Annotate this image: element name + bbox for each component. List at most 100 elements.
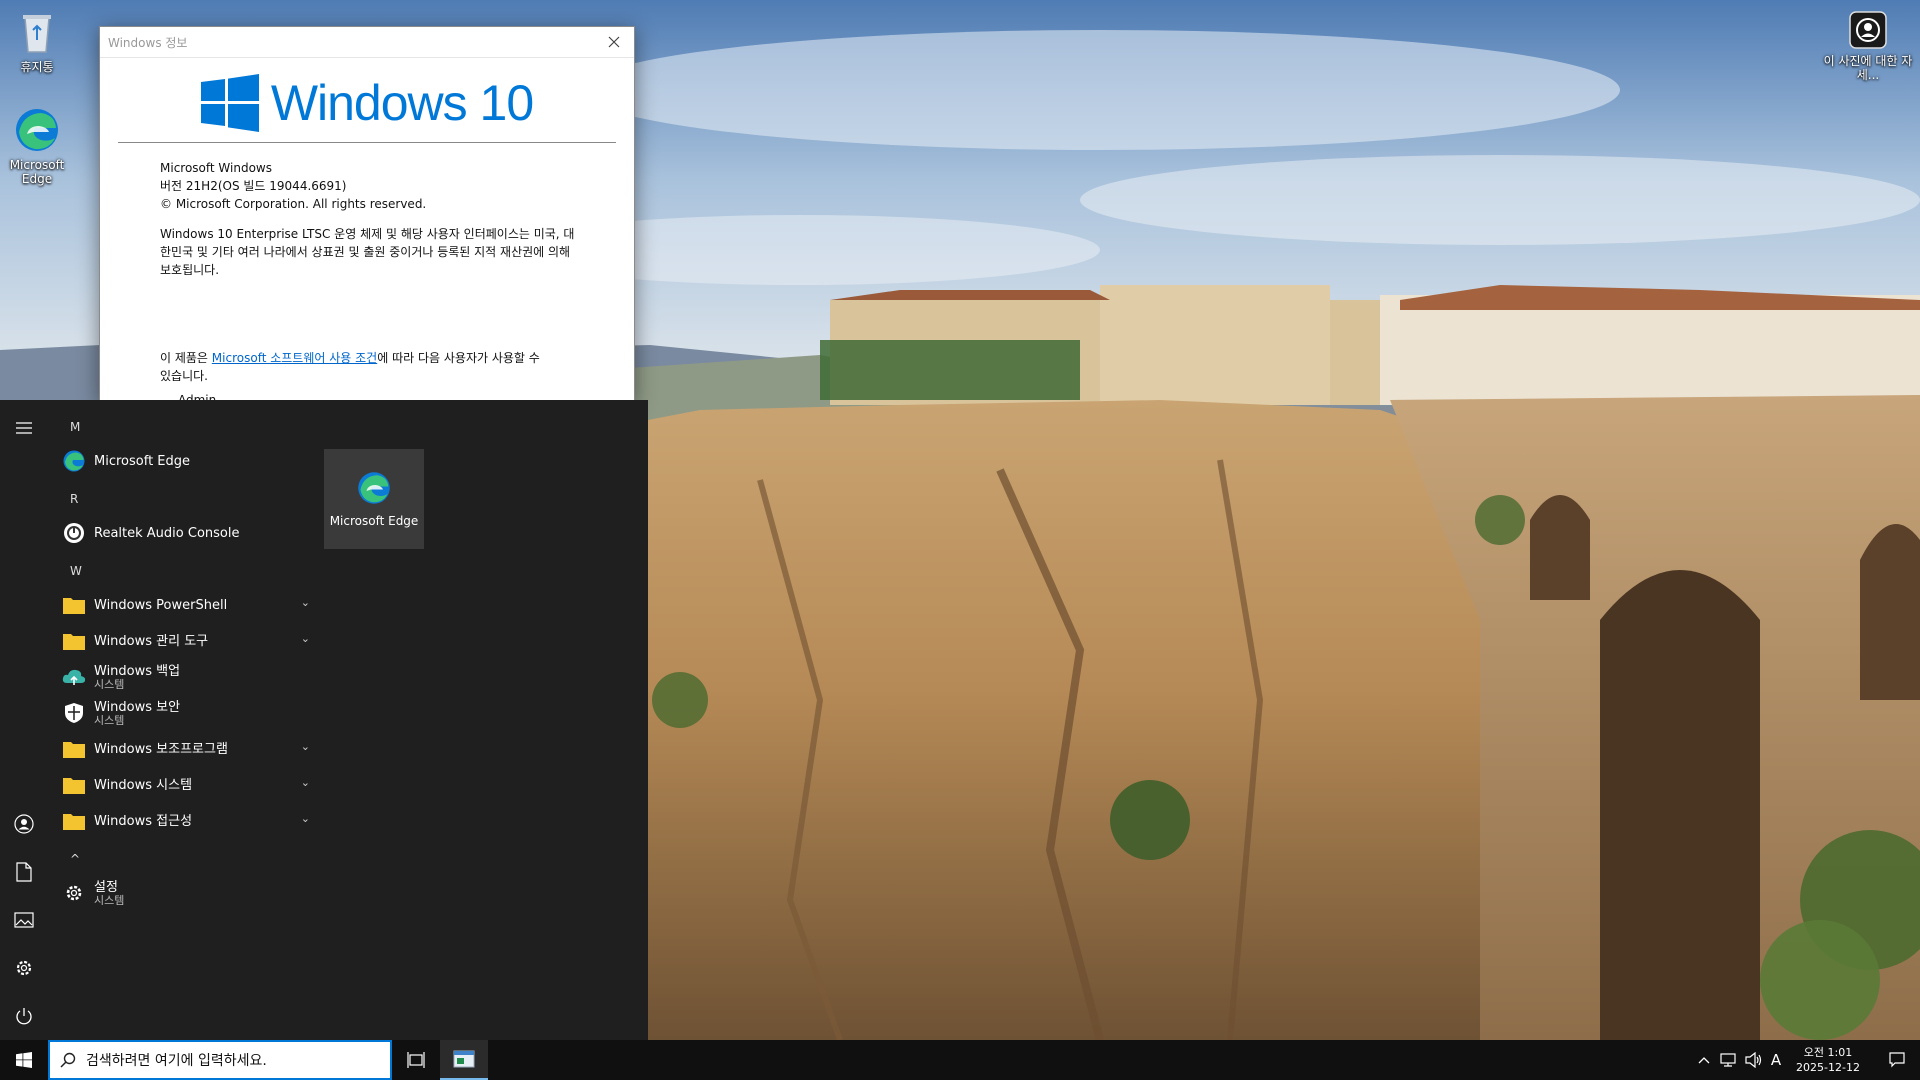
network-button[interactable] — [1716, 1040, 1740, 1080]
chevron-down-icon: ⌄ — [300, 776, 310, 789]
start-button[interactable] — [0, 1040, 48, 1080]
about-windows-dialog: Windows 정보 Windows 10 Microsoft Windows … — [99, 26, 635, 402]
desktop-icon-label: 이 사진에 대한 자세... — [1823, 54, 1913, 82]
user-account-button[interactable] — [0, 800, 48, 848]
gear-icon — [16, 960, 32, 976]
app-label: Windows 관리 도구 — [94, 633, 209, 649]
shield-icon — [62, 701, 86, 725]
pictures-button[interactable] — [0, 896, 48, 944]
app-subtitle: 시스템 — [94, 677, 125, 691]
folder-windows-powershell[interactable]: Windows PowerShell ⌄ — [62, 588, 322, 622]
close-icon — [608, 36, 620, 48]
input-method-indicator[interactable]: A — [1768, 1040, 1784, 1080]
pictures-icon — [14, 912, 34, 928]
clock[interactable]: 오전 1:01 2025-12-12 — [1784, 1040, 1872, 1080]
letter-header-r[interactable]: R — [70, 492, 78, 506]
backup-cloud-icon — [62, 665, 86, 689]
notification-icon — [1889, 1052, 1905, 1068]
search-icon — [50, 1052, 86, 1068]
folder-icon — [62, 629, 86, 653]
app-subtitle: 시스템 — [94, 713, 125, 727]
product-name: Microsoft Windows — [160, 161, 272, 175]
power-button[interactable] — [0, 992, 48, 1040]
close-button[interactable] — [594, 27, 634, 57]
desktop-icon-label: 휴지통 — [20, 60, 54, 74]
hamburger-icon — [16, 422, 32, 434]
task-view-icon — [407, 1052, 425, 1068]
edge-icon — [13, 106, 61, 154]
document-icon — [16, 862, 32, 882]
app-settings[interactable]: 설정 시스템 — [62, 876, 322, 910]
search-placeholder: 검색하려면 여기에 입력하세요. — [86, 1053, 267, 1069]
version-text: 버전 21H2(OS 빌드 19044.6691) — [160, 179, 347, 193]
dialog-title: Windows 정보 — [108, 35, 188, 50]
windows-logo: Windows 10 — [100, 64, 634, 142]
desktop-icon-recycle-bin[interactable]: 휴지통 — [0, 8, 74, 74]
app-microsoft-edge[interactable]: Microsoft Edge — [62, 444, 322, 478]
app-label: 설정 시스템 — [94, 880, 124, 907]
app-list: M Microsoft Edge R Realtek Audio Console… — [48, 400, 310, 1040]
folder-windows-system[interactable]: Windows 시스템 ⌄ — [62, 768, 322, 802]
app-label: Realtek Audio Console — [94, 525, 240, 541]
app-label: Microsoft Edge — [94, 453, 191, 469]
license-terms-link[interactable]: Microsoft 소프트웨어 사용 조건 — [212, 351, 377, 365]
task-view-button[interactable] — [392, 1040, 440, 1080]
license-prefix: 이 제품은 — [160, 351, 212, 365]
start-menu: M Microsoft Edge R Realtek Audio Console… — [0, 400, 648, 1040]
app-label: Windows PowerShell — [94, 597, 228, 613]
letter-header-m[interactable]: M — [70, 420, 80, 434]
power-icon — [16, 1008, 32, 1025]
license-text: 이 제품은 Microsoft 소프트웨어 사용 조건에 따라 다음 사용자가 … — [160, 349, 540, 385]
folder-windows-accessories[interactable]: Windows 보조프로그램 ⌄ — [62, 732, 322, 766]
show-hidden-icons-button[interactable] — [1694, 1040, 1714, 1080]
app-label: Windows 접근성 — [94, 813, 193, 829]
desktop-icon-label: Microsoft Edge — [9, 158, 65, 186]
windows-flag-icon — [200, 74, 259, 132]
search-box[interactable]: 검색하려면 여기에 입력하세요. — [48, 1040, 392, 1080]
desktop-icon-edge[interactable]: Microsoft Edge — [0, 106, 74, 186]
tile-microsoft-edge[interactable]: Microsoft Edge — [324, 449, 424, 549]
settings-button[interactable] — [0, 944, 48, 992]
description-text: Windows 10 Enterprise LTSC 운영 체제 및 해당 사용… — [160, 227, 575, 277]
desktop-icon-photo-info[interactable]: 이 사진에 대한 자세... — [1823, 10, 1913, 82]
chevron-up-icon — [1698, 1053, 1710, 1068]
expand-menu-button[interactable] — [0, 404, 48, 452]
taskbar-app-winver[interactable] — [440, 1040, 488, 1080]
taskbar: 검색하려면 여기에 입력하세요. A 오전 1:01 2025-12-12 — [0, 1040, 1920, 1080]
network-icon — [1720, 1053, 1736, 1067]
folder-icon — [62, 737, 86, 761]
windows-logo-icon — [16, 1052, 32, 1068]
folder-icon — [62, 773, 86, 797]
folder-windows-admin-tools[interactable]: Windows 관리 도구 ⌄ — [62, 624, 322, 658]
volume-button[interactable] — [1742, 1040, 1766, 1080]
app-label: Windows 백업 시스템 — [94, 664, 180, 691]
gear-icon — [62, 881, 86, 905]
letter-header-w[interactable]: W — [70, 564, 82, 578]
folder-windows-accessibility[interactable]: Windows 접근성 ⌄ — [62, 804, 322, 838]
app-label: Windows 보조프로그램 — [94, 741, 228, 757]
letter-header-symbols[interactable]: ^ — [70, 852, 80, 866]
app-title: 설정 — [94, 879, 118, 895]
app-realtek-audio[interactable]: Realtek Audio Console — [62, 516, 322, 550]
start-rail — [0, 400, 48, 1040]
clock-date: 2025-12-12 — [1796, 1061, 1860, 1074]
chevron-down-icon: ⌄ — [300, 596, 310, 609]
app-windows-security[interactable]: Windows 보안 시스템 — [62, 696, 322, 730]
tile-label: Microsoft Edge — [329, 514, 419, 528]
chevron-down-icon: ⌄ — [300, 812, 310, 825]
app-title: Windows 보안 — [94, 699, 181, 715]
edge-icon — [62, 449, 86, 473]
documents-button[interactable] — [0, 848, 48, 896]
app-subtitle: 시스템 — [94, 893, 125, 907]
dialog-titlebar[interactable]: Windows 정보 — [100, 27, 634, 58]
user-icon — [14, 814, 34, 834]
chevron-down-icon: ⌄ — [300, 740, 310, 753]
action-center-button[interactable] — [1874, 1040, 1920, 1080]
realtek-audio-icon — [62, 521, 86, 545]
edge-icon — [358, 472, 390, 504]
recycle-bin-icon — [13, 8, 61, 56]
app-title: Windows 백업 — [94, 663, 181, 679]
app-label: Windows 보안 시스템 — [94, 700, 180, 727]
app-windows-backup[interactable]: Windows 백업 시스템 — [62, 660, 322, 694]
app-label: Windows 시스템 — [94, 777, 193, 793]
